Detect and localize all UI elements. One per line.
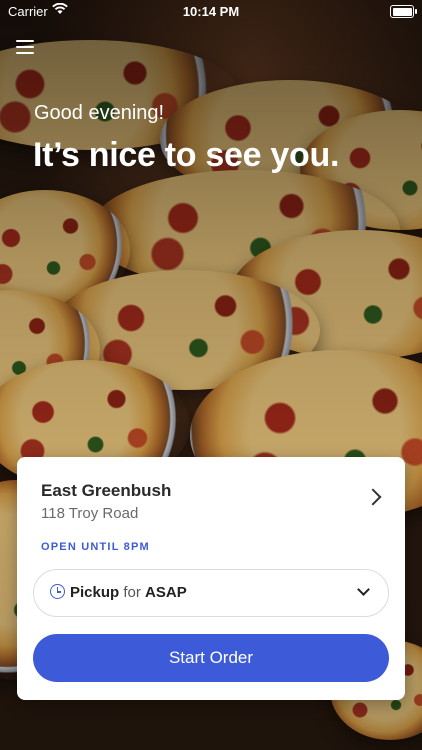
order-mode-selector[interactable]: Pickup for ASAP [33,569,389,617]
order-time-value: ASAP [145,584,187,601]
store-name[interactable]: East Greenbush [41,481,171,501]
clock-time: 10:14 PM [182,4,240,19]
status-bar: Carrier 10:14 PM [0,0,422,22]
battery-icon [390,5,417,18]
hamburger-menu-icon[interactable] [16,40,34,54]
chevron-right-icon[interactable] [364,488,382,506]
start-order-button[interactable]: Start Order [33,634,389,682]
store-hours-badge: OPEN UNTIL 8PM [41,541,150,553]
headline-text: It’s nice to see you. [33,136,340,174]
order-mode-connector: for [123,584,141,601]
store-address: 118 Troy Road [41,505,139,522]
order-mode-label: Pickup for ASAP [70,584,187,601]
greeting-text: Good evening! [34,102,165,124]
chevron-down-icon [357,583,370,596]
clock-icon [50,584,65,599]
store-card: East Greenbush 118 Troy Road OPEN UNTIL … [17,457,405,700]
order-mode-value: Pickup [70,584,120,601]
